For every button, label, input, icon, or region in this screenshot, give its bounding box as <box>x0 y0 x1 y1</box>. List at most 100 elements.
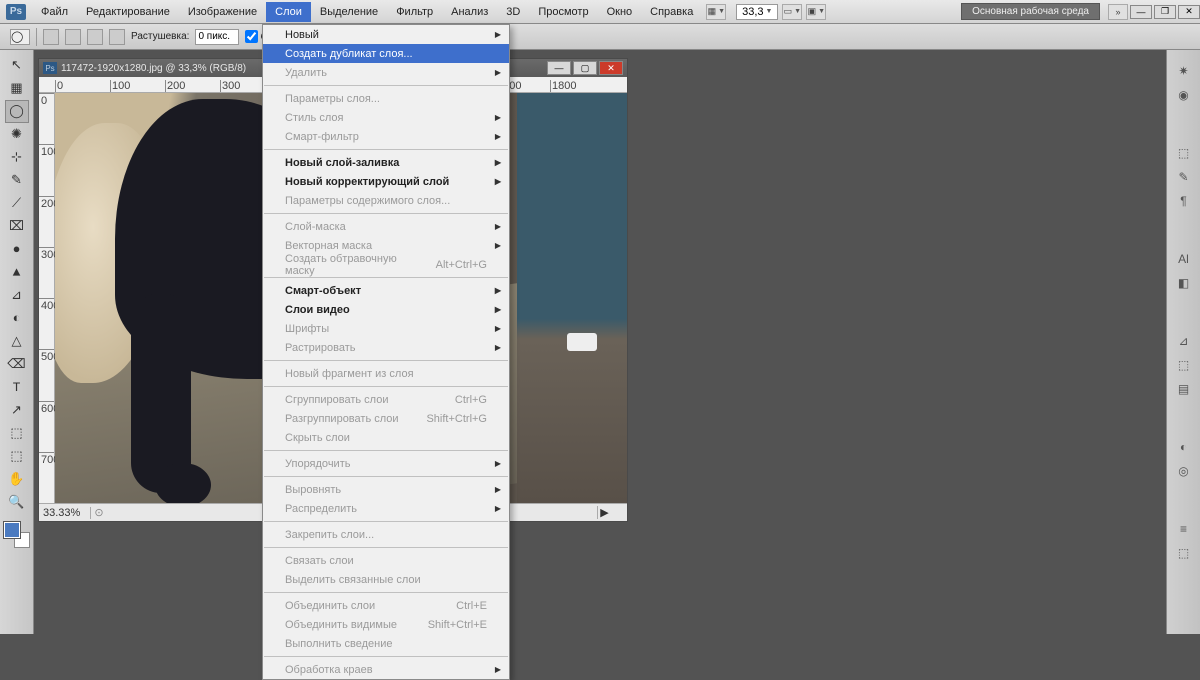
selection-sub-icon[interactable] <box>87 29 103 45</box>
menu-select-linked[interactable]: Выделить связанные слои <box>263 570 509 589</box>
hand-tool-icon[interactable]: ✋ <box>5 468 29 491</box>
history-panel-icon[interactable]: ✷ <box>1172 60 1196 82</box>
zoom-level-input[interactable]: 33,3▼ <box>736 4 778 20</box>
menu-merge-visible[interactable]: Объединить видимыеShift+Ctrl+E <box>263 615 509 634</box>
brushes-panel-icon[interactable]: ✎ <box>1172 166 1196 188</box>
menu-smart-filter[interactable]: Смарт-фильтр <box>263 127 509 146</box>
3d-tool-icon[interactable]: ⬚ <box>5 445 29 468</box>
feather-input[interactable] <box>195 29 239 45</box>
launch-bridge-icon[interactable]: ▦▼ <box>706 4 726 20</box>
heal-tool-icon[interactable]: ⟋ <box>5 192 29 215</box>
menu-flatten[interactable]: Выполнить сведение <box>263 634 509 653</box>
type-tool-icon[interactable]: T <box>5 376 29 399</box>
eraser-tool-icon[interactable]: ⊿ <box>5 284 29 307</box>
shape-tool-icon[interactable]: ⬚ <box>5 422 29 445</box>
tools-panel: ↖ ▦ ◯ ✺ ⊹ ✎ ⟋ ⌧ ● ▲ ⊿ ◐ △ ⌫ T ↗ ⬚ ⬚ ✋ 🔍 <box>0 50 34 634</box>
menu-new-fill-layer[interactable]: Новый слой-заливка <box>263 153 509 172</box>
menu-select[interactable]: Выделение <box>311 2 387 22</box>
menu-layer-style[interactable]: Стиль слоя <box>263 108 509 127</box>
menu-3d[interactable]: 3D <box>497 2 529 22</box>
menu-distribute[interactable]: Распределить <box>263 499 509 518</box>
ruler-vertical: 0100200300400500600700 <box>39 93 55 503</box>
menu-link-layers[interactable]: Связать слои <box>263 551 509 570</box>
crop-tool-icon[interactable]: ⊹ <box>5 146 29 169</box>
blur-tool-icon[interactable]: △ <box>5 330 29 353</box>
menu-merge-layers[interactable]: Объединить слоиCtrl+E <box>263 596 509 615</box>
zoom-tool-icon[interactable]: 🔍 <box>5 491 29 514</box>
actions-panel-icon[interactable]: ◉ <box>1172 84 1196 106</box>
menu-arrange[interactable]: Упорядочить <box>263 454 509 473</box>
color-panel-icon[interactable]: ▤ <box>1172 378 1196 400</box>
panels-dock: ✷ ◉ ⬚ ✎ ¶ Al ◧ ⊿ ⬚ ▤ ◐ ◎ ≡ ⬚ <box>1166 50 1200 634</box>
eyedropper-tool-icon[interactable]: ✎ <box>5 169 29 192</box>
menu-group-layers[interactable]: Сгруппировать слоиCtrl+G <box>263 390 509 409</box>
chevron-icon[interactable]: » <box>1108 4 1128 20</box>
menu-delete-layer[interactable]: Удалить <box>263 63 509 82</box>
maximize-button[interactable]: ❐ <box>1154 5 1176 19</box>
gradient-tool-icon[interactable]: ◐ <box>5 307 29 330</box>
marquee-tool-icon[interactable]: ▦ <box>5 77 29 100</box>
menu-file[interactable]: Файл <box>32 2 77 22</box>
menu-image[interactable]: Изображение <box>179 2 266 22</box>
channels-panel-icon[interactable]: ⬚ <box>1172 542 1196 564</box>
menu-new-adjust-layer[interactable]: Новый корректирующий слой <box>263 172 509 191</box>
menu-layer-content[interactable]: Параметры содержимого слоя... <box>263 191 509 210</box>
status-menu-icon[interactable]: ▶ <box>597 506 611 519</box>
menu-fonts[interactable]: Шрифты <box>263 319 509 338</box>
menu-smart-object[interactable]: Смарт-объект <box>263 281 509 300</box>
doc-maximize-button[interactable]: ▢ <box>573 61 597 75</box>
menu-help[interactable]: Справка <box>641 2 702 22</box>
brush-tool-icon[interactable]: ⌧ <box>5 215 29 238</box>
status-zoom[interactable]: 33.33% <box>39 507 91 519</box>
menu-layer-mask[interactable]: Слой-маска <box>263 217 509 236</box>
color-swatch[interactable] <box>4 522 30 548</box>
navigator-panel-icon[interactable]: ⊿ <box>1172 330 1196 352</box>
menu-ungroup-layers[interactable]: Разгруппировать слоиShift+Ctrl+G <box>263 409 509 428</box>
path-tool-icon[interactable]: ↗ <box>5 399 29 422</box>
menu-window[interactable]: Окно <box>598 2 642 22</box>
menu-hide-layers[interactable]: Скрыть слои <box>263 428 509 447</box>
menu-edit[interactable]: Редактирование <box>77 2 179 22</box>
menu-duplicate-layer[interactable]: Создать дубликат слоя... <box>263 44 509 63</box>
menu-new-layer[interactable]: Новый <box>263 25 509 44</box>
selection-new-icon[interactable] <box>43 29 59 45</box>
doc-minimize-button[interactable]: — <box>547 61 571 75</box>
close-button[interactable]: ✕ <box>1178 5 1200 19</box>
wand-tool-icon[interactable]: ✺ <box>5 123 29 146</box>
menu-edge-processing[interactable]: Обработка краев <box>263 660 509 679</box>
menu-video-layers[interactable]: Слои видео <box>263 300 509 319</box>
adjustments-panel-icon[interactable]: ◐ <box>1172 436 1196 458</box>
menu-lock-layers[interactable]: Закрепить слои... <box>263 525 509 544</box>
arrange-docs-icon[interactable]: ▭▼ <box>782 4 802 20</box>
selection-add-icon[interactable] <box>65 29 81 45</box>
menu-new-slice[interactable]: Новый фрагмент из слоя <box>263 364 509 383</box>
dodge-tool-icon[interactable]: ⌫ <box>5 353 29 376</box>
lasso-tool-icon[interactable]: ◯ <box>10 29 30 45</box>
masks-panel-icon[interactable]: ◎ <box>1172 460 1196 482</box>
menu-layers[interactable]: Слои <box>266 2 311 22</box>
menu-rasterize[interactable]: Растрировать <box>263 338 509 357</box>
screen-mode-icon[interactable]: ▣▼ <box>806 4 826 20</box>
character-panel-icon[interactable]: Al <box>1172 248 1196 270</box>
selection-intersect-icon[interactable] <box>109 29 125 45</box>
app-logo-icon: Ps <box>6 4 26 20</box>
menu-analysis[interactable]: Анализ <box>442 2 497 22</box>
menu-layer-props[interactable]: Параметры слоя... <box>263 89 509 108</box>
menu-clipping-mask[interactable]: Создать обтравочную маскуAlt+Ctrl+G <box>263 255 509 274</box>
layers-panel-icon[interactable]: ≡ <box>1172 518 1196 540</box>
feather-label: Растушевка: <box>131 31 189 42</box>
lasso-tool-icon[interactable]: ◯ <box>5 100 29 123</box>
minimize-button[interactable]: — <box>1130 5 1152 19</box>
clone-panel-icon[interactable]: ¶ <box>1172 190 1196 212</box>
stamp-tool-icon[interactable]: ● <box>5 238 29 261</box>
menu-view[interactable]: Просмотр <box>529 2 597 22</box>
menu-align[interactable]: Выровнять <box>263 480 509 499</box>
swatches-panel-icon[interactable]: ⬚ <box>1172 354 1196 376</box>
menu-filter[interactable]: Фильтр <box>387 2 442 22</box>
history-tool-icon[interactable]: ▲ <box>5 261 29 284</box>
brush-panel-icon[interactable]: ⬚ <box>1172 142 1196 164</box>
workspace-switcher[interactable]: Основная рабочая среда <box>961 3 1100 20</box>
paragraph-panel-icon[interactable]: ◧ <box>1172 272 1196 294</box>
move-tool-icon[interactable]: ↖ <box>5 54 29 77</box>
doc-close-button[interactable]: ✕ <box>599 61 623 75</box>
